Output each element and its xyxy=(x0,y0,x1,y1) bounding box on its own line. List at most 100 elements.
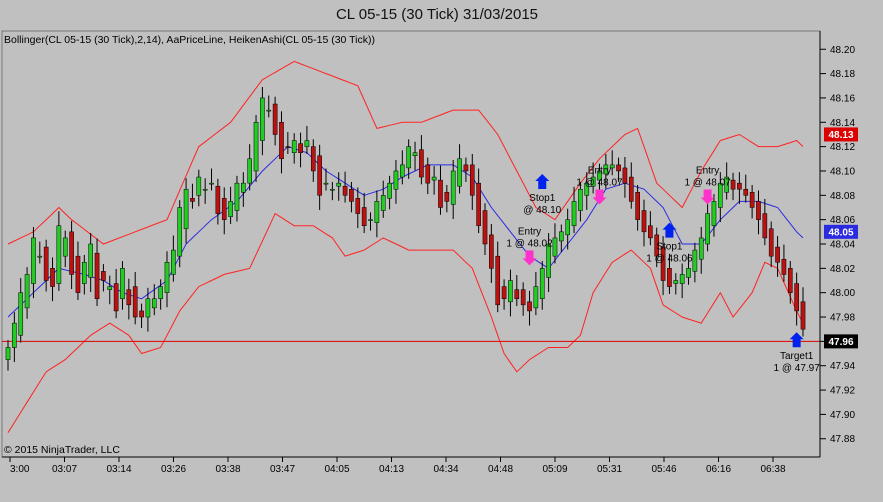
y-tick-label: 47.92 xyxy=(830,386,855,397)
candle-body xyxy=(82,262,87,284)
candle-body xyxy=(323,182,329,185)
candle-body xyxy=(5,347,11,360)
candle-body xyxy=(221,198,227,220)
annotation-detail: 1 @ 48.07 xyxy=(684,177,731,188)
candle-body xyxy=(88,243,93,278)
candle-body xyxy=(539,268,545,300)
candle-body xyxy=(781,258,787,275)
candle-body xyxy=(667,268,672,287)
x-tick-label: 05:46 xyxy=(651,464,676,475)
candle-body xyxy=(50,268,55,287)
candle-body xyxy=(94,252,100,300)
candle-body xyxy=(18,292,24,336)
indicator-legend: Bollinger(CL 05-15 (30 Tick),2,14), AaPr… xyxy=(4,34,375,46)
annotation-detail: @ 48.10 xyxy=(523,205,561,216)
candle-body xyxy=(533,286,539,309)
candle-body xyxy=(559,231,564,242)
candle-body xyxy=(501,286,507,300)
candle-body xyxy=(62,237,68,257)
candle-body xyxy=(56,225,62,284)
candle-body xyxy=(310,146,316,172)
y-tick-label: 47.90 xyxy=(830,410,855,421)
y-tick-label: 47.88 xyxy=(830,434,855,445)
candle-body xyxy=(215,185,221,214)
candle-body xyxy=(291,140,297,153)
candle-body xyxy=(463,164,469,172)
candle-body xyxy=(400,164,405,178)
annotation-label: Target1 xyxy=(780,351,814,362)
x-tick-label: 03:14 xyxy=(106,464,131,475)
candle-body xyxy=(762,213,768,239)
annotation-label: Stop1 xyxy=(656,242,683,253)
midband-price-box: 48.05 xyxy=(824,224,858,239)
candle-body xyxy=(266,109,272,112)
candle-body xyxy=(419,149,424,178)
candle-body xyxy=(298,143,303,153)
candle-body xyxy=(304,140,310,147)
annotation-label: Entry xyxy=(588,165,611,176)
candle-body xyxy=(336,182,342,187)
candle-body xyxy=(686,268,691,278)
candle-body xyxy=(209,182,214,185)
annotation-detail: 1 @ 48.02 xyxy=(506,238,553,249)
candle-body xyxy=(241,182,246,193)
candle-body xyxy=(552,237,558,257)
annotation-detail: 1 @ 47.97 xyxy=(773,363,820,374)
candle-body xyxy=(24,274,30,309)
candle-body xyxy=(317,155,322,196)
x-tick-label: 06:38 xyxy=(760,464,785,475)
candle-body xyxy=(342,185,348,196)
current-price-box: 48.13 xyxy=(824,127,858,142)
chart-canvas: CL 05-15 (30 Tick) 31/03/2015 Entry 1 @ 4… xyxy=(1,6,858,475)
candle-body xyxy=(349,188,354,202)
price-axis[interactable]: 47.88 47.90 47.92 47.94 47.96 47.98 48.00 48.02… xyxy=(819,31,858,457)
candle-body xyxy=(800,301,806,330)
candle-body xyxy=(711,201,717,226)
candle-body xyxy=(120,268,125,300)
x-tick-label: 03:07 xyxy=(52,464,77,475)
candle-body xyxy=(113,283,119,312)
candle-body xyxy=(438,179,443,208)
candle-body xyxy=(69,231,74,275)
x-tick-label: 06:16 xyxy=(706,464,731,475)
candle-body xyxy=(260,97,265,141)
candle-body xyxy=(749,192,755,208)
candle-body xyxy=(565,219,570,236)
candle-body xyxy=(145,298,151,318)
candle-body xyxy=(794,283,799,312)
candle-body xyxy=(75,255,81,293)
x-tick-label: 04:13 xyxy=(379,464,404,475)
y-tick-label: 47.94 xyxy=(830,361,855,372)
price-box-label: 48.13 xyxy=(828,130,853,141)
chart-title: CL 05-15 (30 Tick) 31/03/2015 xyxy=(336,6,538,23)
candle-body xyxy=(164,262,170,293)
candle-body xyxy=(190,198,195,202)
candle-body xyxy=(616,164,621,172)
y-tick-label: 48.04 xyxy=(830,240,855,251)
candle-body xyxy=(330,188,335,191)
candle-body xyxy=(253,122,259,172)
candle-body xyxy=(387,182,392,199)
candle-body xyxy=(743,188,749,196)
annotation-label: Stop1 xyxy=(529,193,556,204)
time-axis[interactable]: 3:00 03:07 03:14 03:26 03:38 03:47 04:05 04:13 0… xyxy=(2,456,820,475)
y-tick-label: 48.14 xyxy=(830,118,855,129)
y-tick-label: 48.00 xyxy=(830,288,855,299)
candle-body xyxy=(730,179,736,190)
candle-body xyxy=(673,280,679,284)
y-tick-label: 48.16 xyxy=(830,93,855,104)
y-tick-label: 48.20 xyxy=(830,45,855,56)
candle-body xyxy=(31,237,36,284)
candle-body xyxy=(457,158,462,187)
candle-body xyxy=(705,213,710,245)
x-tick-label: 3:00 xyxy=(10,464,30,475)
candle-body xyxy=(101,271,106,281)
candle-body xyxy=(622,167,628,184)
candle-body xyxy=(285,146,291,148)
candle-body xyxy=(787,268,793,293)
candle-body xyxy=(183,188,189,230)
candle-body xyxy=(12,322,17,348)
candle-body xyxy=(431,176,437,181)
candle-body xyxy=(489,234,494,269)
candle-body xyxy=(196,176,202,196)
